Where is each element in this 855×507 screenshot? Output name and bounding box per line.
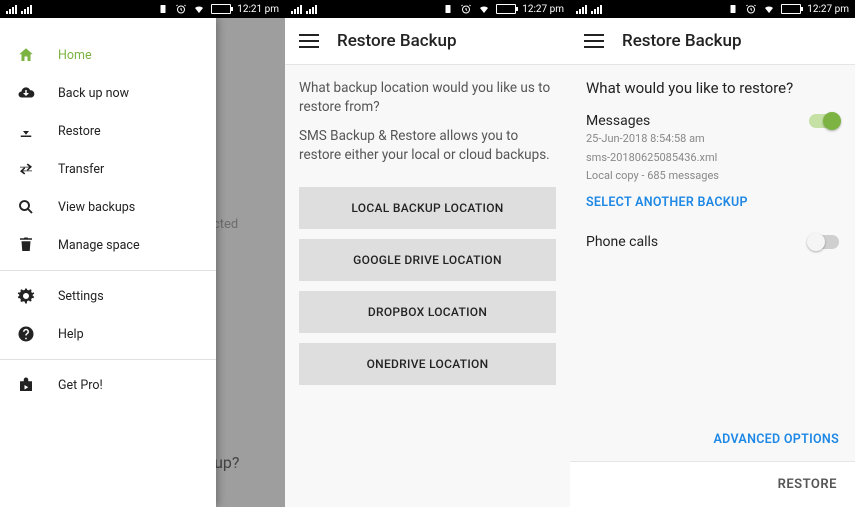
phone-calls-toggle[interactable] [809,235,839,249]
drawer-item-settings[interactable]: Settings [0,277,216,315]
menu-icon[interactable] [299,34,319,48]
menu-icon[interactable] [584,34,604,48]
page-title: Restore Backup [622,31,742,51]
drawer-item-label: Restore [58,124,101,139]
dropbox-button[interactable]: DROPBOX LOCATION [299,291,556,333]
transfer-icon [16,159,36,179]
shop-icon [16,375,36,395]
drawer-item-manage-space[interactable]: Manage space [0,226,216,264]
trash-icon [16,235,36,255]
local-backup-button[interactable]: LOCAL BACKUP LOCATION [299,187,556,229]
messages-section: Messages 25-Jun-2018 8:54:58 am sms-2018… [586,113,839,210]
statusbar-time: 12:27 pm [807,4,849,15]
google-drive-button[interactable]: GOOGLE DRIVE LOCATION [299,239,556,281]
signal-icon [576,5,587,14]
messages-toggle[interactable] [809,114,839,128]
navigation-drawer: Home Back up now Restore Transfer View b… [0,18,216,507]
alarm-icon [175,3,187,15]
wifi-icon [763,3,775,15]
signal-icon [6,5,17,14]
messages-filename: sms-20180625085436.xml [586,150,839,167]
battery-icon [781,4,801,14]
drawer-item-restore[interactable]: Restore [0,112,216,150]
drawer-item-label: Manage space [58,238,140,253]
drawer-item-label: Home [58,48,92,63]
signal-icon [306,5,317,14]
battery-icon [211,4,231,14]
question-text: What backup location would you like us t… [299,79,556,117]
appbar: Restore Backup [570,18,855,64]
statusbar: 12:27 pm [285,0,570,18]
phone-calls-section: Phone calls [586,234,839,250]
page-title: Restore Backup [337,31,457,51]
vibrate-icon [157,3,169,15]
signal-icon [21,5,32,14]
messages-count: Local copy - 685 messages [586,168,839,185]
restore-button[interactable]: RESTORE [778,477,837,492]
drawer-item-label: View backups [58,200,135,215]
select-another-backup-link[interactable]: SELECT ANOTHER BACKUP [586,195,839,210]
messages-title: Messages [586,113,650,129]
vibrate-icon [727,3,739,15]
advanced-options-link[interactable]: ADVANCED OPTIONS [714,432,839,447]
statusbar-time: 12:21 pm [237,4,279,15]
wifi-icon [478,3,490,15]
help-icon [16,324,36,344]
signal-icon [291,5,302,14]
cloud-up-icon [16,83,36,103]
onedrive-button[interactable]: ONEDRIVE LOCATION [299,343,556,385]
appbar: Restore Backup [285,18,570,64]
vibrate-icon [442,3,454,15]
download-icon [16,121,36,141]
drawer-item-backup-now[interactable]: Back up now [0,74,216,112]
drawer-item-home[interactable]: Home [0,36,216,74]
wifi-icon [193,3,205,15]
drawer-item-transfer[interactable]: Transfer [0,150,216,188]
drawer-item-label: Get Pro! [58,378,103,393]
drawer-item-get-pro[interactable]: Get Pro! [0,366,216,404]
question-text: What would you like to restore? [586,79,839,97]
battery-icon [496,4,516,14]
drawer-item-label: Settings [58,289,104,304]
home-icon [16,45,36,65]
divider [0,270,216,271]
drawer-item-help[interactable]: Help [0,315,216,353]
alarm-icon [460,3,472,15]
search-icon [16,197,36,217]
statusbar: 12:27 pm [570,0,855,18]
signal-icon [591,5,602,14]
drawer-item-label: Back up now [58,86,129,101]
divider [0,359,216,360]
statusbar: 12:21 pm [0,0,285,18]
drawer-item-view-backups[interactable]: View backups [0,188,216,226]
alarm-icon [745,3,757,15]
phone-calls-title: Phone calls [586,234,658,250]
footer: RESTORE [570,461,855,507]
description-text: SMS Backup & Restore allows you to resto… [299,127,556,165]
drawer-item-label: Transfer [58,162,104,177]
messages-timestamp: 25-Jun-2018 8:54:58 am [586,131,839,148]
drawer-item-label: Help [58,327,84,342]
gear-icon [16,286,36,306]
statusbar-time: 12:27 pm [522,4,564,15]
